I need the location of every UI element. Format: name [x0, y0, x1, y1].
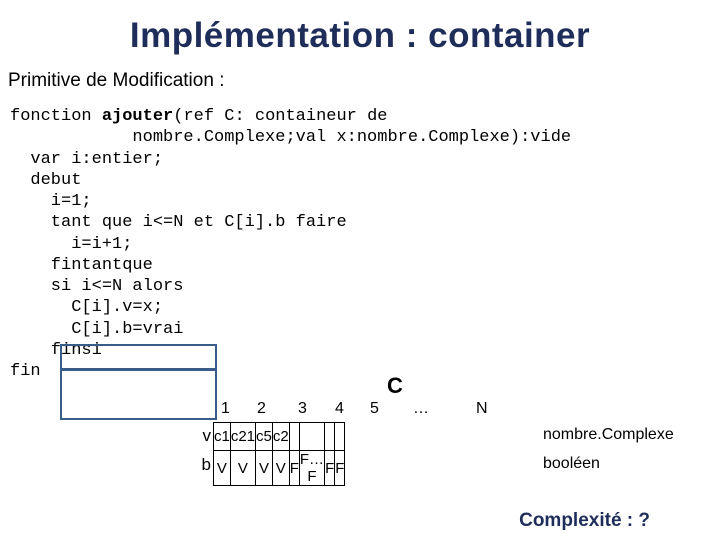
code-line-5: i=1;	[10, 192, 92, 211]
cell-v-8	[335, 423, 345, 451]
code-line-13: fin	[10, 362, 41, 381]
cell-v-4: c2	[272, 423, 289, 451]
cell-b-4: V	[272, 451, 289, 486]
row-b: V V V V F F…F F F	[214, 451, 345, 486]
cell-v-2: c21	[230, 423, 255, 451]
code-line-9: si i<=N alors	[10, 277, 183, 296]
complexity-label: Complexité : ?	[519, 510, 650, 532]
code-line-8: fintantque	[10, 256, 153, 275]
array-name-label: C	[387, 373, 403, 399]
cell-v-5	[289, 423, 299, 451]
highlight-box-condition	[60, 344, 217, 370]
row-label-v: v	[193, 426, 211, 446]
cell-b-3: V	[256, 451, 273, 486]
cell-b-8: F	[335, 451, 345, 486]
code-block: fonction ajouter(ref C: containeur de no…	[0, 92, 720, 382]
code-line-11: C[i].b=vrai	[10, 320, 183, 339]
cell-b-1: V	[214, 451, 231, 486]
row-v: c1 c21 c5 c2	[214, 423, 345, 451]
array-grid: c1 c21 c5 c2 V V V V F F…F F F	[213, 422, 345, 486]
cell-b-7: F	[325, 451, 335, 486]
index-2: 2	[257, 400, 266, 418]
code-line-7: i=i+1;	[10, 235, 132, 254]
code-fn-name: ajouter	[102, 107, 173, 126]
index-4: 4	[335, 400, 344, 418]
slide-title: Implémentation : container	[0, 0, 720, 56]
type-label-b: booléen	[543, 455, 600, 473]
type-label-v: nombre.Complexe	[543, 426, 674, 444]
code-line-4: debut	[10, 171, 81, 190]
code-line-6: tant que i<=N et C[i].b faire	[10, 213, 347, 232]
index-dots: …	[413, 400, 429, 418]
index-1: 1	[221, 400, 230, 418]
cell-b-2: V	[230, 451, 255, 486]
index-n: N	[476, 400, 488, 418]
row-label-b: b	[193, 455, 211, 475]
cell-v-3: c5	[256, 423, 273, 451]
code-line-3: var i:entier;	[10, 150, 163, 169]
code-line-10: C[i].v=x;	[10, 298, 163, 317]
code-line-1a: fonction	[10, 107, 102, 126]
cell-v-7	[325, 423, 335, 451]
highlight-box-assignment	[60, 369, 217, 420]
index-3: 3	[298, 400, 307, 418]
code-line-1c: (ref C: containeur de	[173, 107, 387, 126]
cell-v-6	[299, 423, 324, 451]
code-line-2: nombre.Complexe;val x:nombre.Complexe):v…	[10, 128, 571, 147]
cell-b-5: F	[289, 451, 299, 486]
cell-b-6: F…F	[299, 451, 324, 486]
index-5: 5	[370, 400, 379, 418]
section-subtitle: Primitive de Modification :	[0, 56, 720, 92]
cell-v-1: c1	[214, 423, 231, 451]
